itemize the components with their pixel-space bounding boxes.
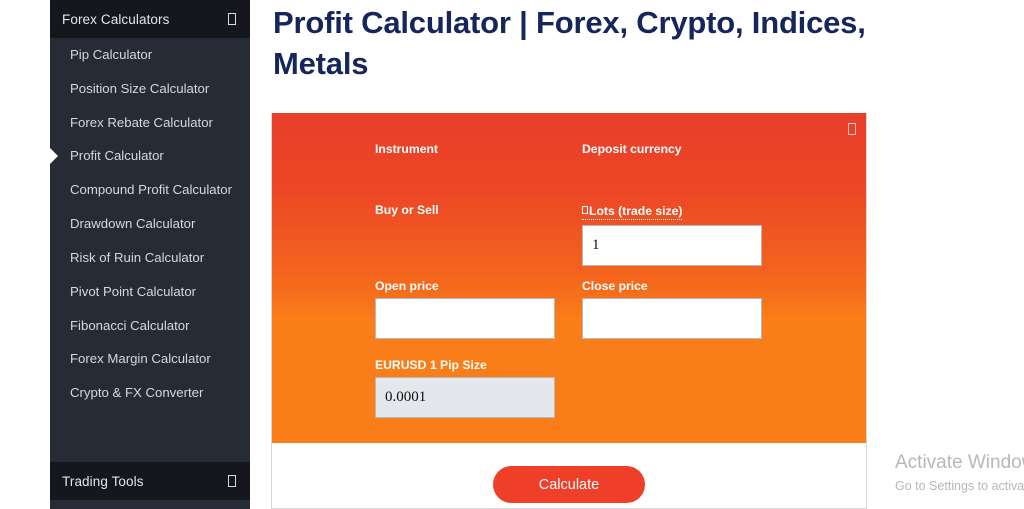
pip-size-label: EURUSD 1 Pip Size (375, 358, 487, 372)
chevron-toggle-icon[interactable] (228, 475, 236, 487)
sidebar-item-label: Fibonacci Calculator (70, 317, 190, 333)
sidebar-item-label: Pip Calculator (70, 47, 153, 62)
lots-label: Lots (trade size) (582, 204, 683, 220)
sidebar-item-label: Crypto & FX Converter (70, 385, 204, 401)
sidebar-item-forex-rebate-calculator[interactable]: Forex Rebate Calculator (50, 106, 250, 140)
page-title: Profit Calculator | Forex, Crypto, Indic… (273, 5, 866, 82)
sidebar-item-compound-profit-calculator[interactable]: Compound Profit Calculator (50, 173, 250, 207)
sidebar-item-label: Forex Rebate Calculator (70, 114, 213, 130)
open-price-input[interactable] (375, 298, 555, 339)
sidebar-item-position-size-calculator[interactable]: Position Size Calculator (50, 72, 250, 106)
instrument-label: Instrument (375, 142, 438, 156)
chevron-toggle-icon[interactable] (228, 13, 236, 25)
calculate-button[interactable]: Calculate (493, 466, 645, 503)
sidebar-section-forex-calculators[interactable]: Forex Calculators (50, 0, 250, 38)
sidebar-item-risk-of-ruin-calculator[interactable]: Risk of Ruin Calculator (50, 241, 250, 275)
buy-or-sell-label: Buy or Sell (375, 203, 439, 217)
sidebar-item-pip-calculator[interactable]: Pip Calculator (50, 38, 250, 72)
tooltip-hint-icon[interactable] (582, 206, 588, 214)
close-price-label: Close price (582, 279, 648, 293)
main-content: Profit Calculator | Forex, Crypto, Indic… (271, 0, 1024, 509)
field-lots: Lots (trade size) (582, 202, 866, 266)
sidebar-item-label: Pivot Point Calculator (70, 283, 197, 299)
pip-size-input (375, 377, 555, 418)
sidebar-item-crypto-fx-converter[interactable]: Crypto & FX Converter (50, 376, 250, 410)
sidebar-section-label: Trading Tools (62, 473, 144, 489)
sidebar-item-label: Drawdown Calculator (70, 216, 196, 232)
calculator-form: Instrument Deposit currency Buy or Sell … (272, 113, 866, 443)
sidebar-item-profit-calculator[interactable]: Profit Calculator (50, 139, 250, 173)
profit-calculator-card: Instrument Deposit currency Buy or Sell … (271, 113, 867, 509)
sidebar-item-label: Risk of Ruin Calculator (70, 249, 205, 265)
sidebar-item-drawdown-calculator[interactable]: Drawdown Calculator (50, 207, 250, 241)
sidebar-item-label: Forex Margin Calculator (70, 351, 211, 367)
calculator-footer: Calculate (272, 443, 866, 507)
sidebar-section-trading-tools[interactable]: Trading Tools (50, 462, 250, 500)
field-instrument: Instrument (375, 142, 438, 161)
info-icon[interactable] (848, 123, 856, 135)
sidebar-item-label: Compound Profit Calculator (70, 182, 232, 198)
sidebar: Forex Calculators Pip Calculator Positio… (50, 0, 250, 509)
open-price-label: Open price (375, 279, 439, 293)
sidebar-item-pivot-point-calculator[interactable]: Pivot Point Calculator (50, 275, 250, 309)
field-deposit-currency: Deposit currency (582, 142, 682, 161)
sidebar-section-label: Forex Calculators (62, 11, 170, 27)
active-item-arrow-icon (50, 147, 58, 166)
field-buy-or-sell: Buy or Sell (375, 203, 439, 222)
lots-label-text: Lots (trade size) (589, 204, 683, 218)
sidebar-item-label: Profit Calculator (70, 148, 164, 164)
sidebar-item-forex-margin-calculator[interactable]: Forex Margin Calculator (50, 342, 250, 376)
sidebar-item-label: Position Size Calculator (70, 80, 210, 96)
field-open-price: Open price (375, 279, 555, 339)
sidebar-item-fibonacci-calculator[interactable]: Fibonacci Calculator (50, 309, 250, 343)
field-pip-size: EURUSD 1 Pip Size (375, 358, 555, 418)
deposit-currency-label: Deposit currency (582, 142, 682, 156)
lots-input[interactable] (582, 225, 762, 266)
close-price-input[interactable] (582, 298, 762, 339)
field-close-price: Close price (582, 279, 762, 339)
